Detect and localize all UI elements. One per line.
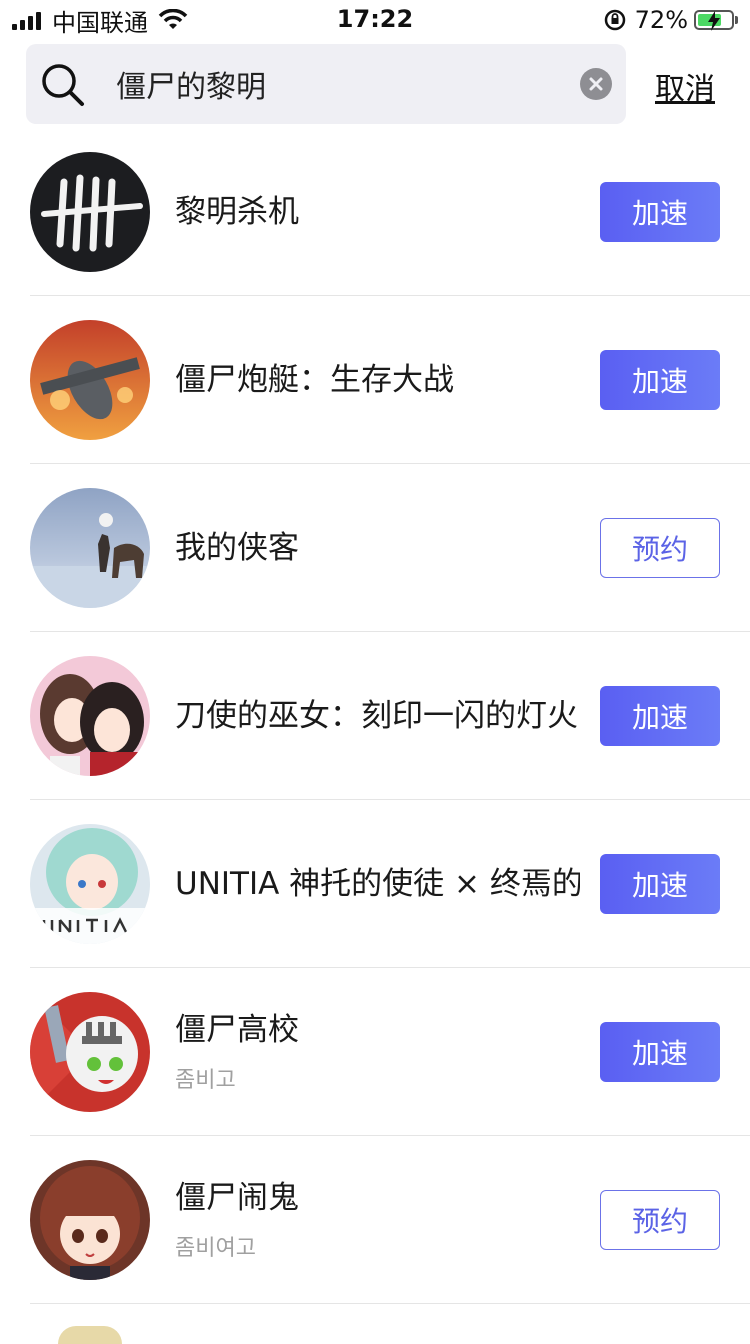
brown-hair-girl-icon [30,1160,150,1280]
charging-bolt-icon [708,11,720,31]
game-title: 僵尸高校 [175,1012,299,1048]
clear-search-button[interactable] [580,68,612,100]
list-item[interactable]: 僵尸高校 좀비고 加速 [0,968,750,1136]
search-box[interactable] [26,44,626,124]
accelerate-button[interactable]: 加速 [600,686,720,746]
accelerate-button[interactable]: 加速 [600,182,720,242]
list-item[interactable]: 我的侠客 预约 [0,464,750,632]
wanderer-horse-icon [30,488,150,608]
status-bar: 中国联通 17:22 72% [0,0,750,40]
status-bar-right: 72% [603,6,738,34]
list-item[interactable]: UNITIA 神托的使徒 × 终焉的女神 加速 [0,800,750,968]
search-bar: 取消 [0,44,750,124]
battery-percent: 72% [634,6,688,34]
battery-cap [735,16,738,24]
game-title: 我的侠客 [175,530,299,566]
game-subtitle: 좀비여고 [175,1236,256,1261]
gunship-plane-icon [30,320,150,440]
game-title: 僵尸炮艇：生存大战 [175,362,454,398]
game-title: 僵尸闹鬼 [175,1180,299,1216]
list-item[interactable]: 刀使的巫女：刻印一闪的灯火 加速 [0,632,750,800]
battery-icon [694,10,734,31]
close-icon [589,77,603,91]
list-item-partial [0,1304,750,1344]
anime-girls-icon [30,656,150,776]
knight-helmet-icon [30,992,150,1112]
search-input[interactable] [116,60,576,108]
accelerate-button[interactable]: 加速 [600,350,720,410]
unitia-girl-icon [30,824,150,944]
reserve-button[interactable]: 预约 [600,518,720,578]
list-item[interactable]: 僵尸闹鬼 좀비여고 预约 [0,1136,750,1304]
game-title: 黎明杀机 [175,194,299,230]
list-item[interactable]: 黎明杀机 加速 [0,128,750,296]
game-title: UNITIA 神托的使徒 × 终焉的女神 [175,866,580,902]
next-item-avatar [58,1326,122,1344]
list-item[interactable]: 僵尸炮艇：生存大战 加速 [0,296,750,464]
accelerate-button[interactable]: 加速 [600,1022,720,1082]
search-icon [42,64,84,106]
accelerate-button[interactable]: 加速 [600,854,720,914]
reserve-button[interactable]: 预约 [600,1190,720,1250]
game-subtitle: 좀비고 [175,1068,236,1093]
dead-by-daylight-icon [30,152,150,272]
game-title: 刀使的巫女：刻印一闪的灯火 [175,698,578,734]
rotation-lock-icon [604,9,625,31]
search-results-list: 黎明杀机 加速 僵尸炮艇：生存大战 加速 我的侠客 预约 刀使的巫女：刻印一闪的… [0,128,750,1344]
cancel-button[interactable]: 取消 [655,64,715,108]
